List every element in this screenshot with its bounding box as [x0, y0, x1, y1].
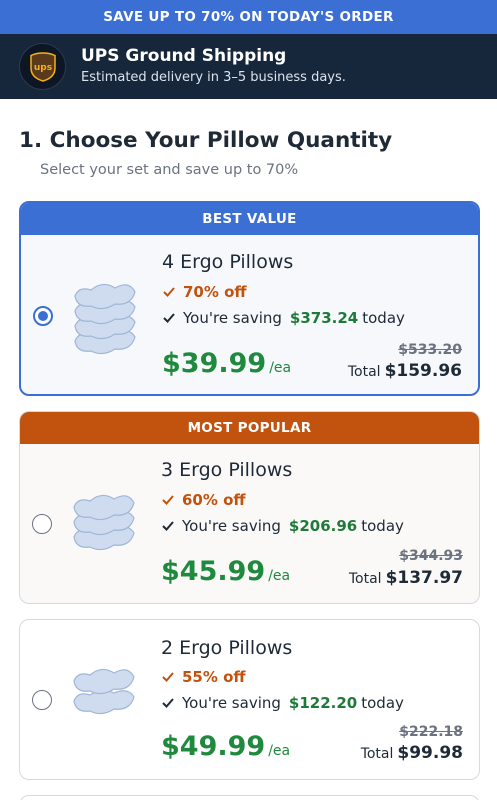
total-price: Total $99.98 [360, 743, 463, 763]
pillow-stack-image [68, 482, 140, 566]
promo-text: SAVE UP TO 70% ON TODAY'S ORDER [103, 9, 394, 25]
shipping-subtitle: Estimated delivery in 3–5 business days. [81, 70, 346, 85]
option-card-4-pillows[interactable]: BEST VALUE 4 Ergo Pillows 70% off You're… [19, 201, 480, 396]
ups-logo-icon: ups [19, 43, 66, 90]
check-icon [162, 495, 174, 505]
unit-price: $39.99/ea [162, 348, 292, 379]
check-icon [162, 672, 174, 682]
total-price: Total $137.97 [348, 568, 463, 588]
original-price: $222.18 [399, 724, 463, 740]
saving-amount: $122.20 [288, 694, 358, 712]
shipping-title: UPS Ground Shipping [81, 46, 287, 66]
pillow-stack-image [69, 271, 141, 365]
saving-amount: $373.24 [289, 309, 359, 327]
check-icon [163, 313, 175, 323]
radio-3-pillows[interactable] [32, 514, 52, 534]
radio-4-pillows[interactable] [33, 306, 53, 326]
check-icon [162, 698, 174, 708]
radio-2-pillows[interactable] [32, 690, 52, 710]
original-price: $344.93 [399, 548, 463, 564]
promo-banner: SAVE UP TO 70% ON TODAY'S ORDER [0, 0, 497, 34]
option-title: 2 Ergo Pillows [161, 637, 293, 659]
option-title: 4 Ergo Pillows [162, 251, 294, 273]
option-card-partial[interactable] [19, 795, 480, 800]
check-icon [163, 287, 175, 297]
best-value-badge: BEST VALUE [21, 203, 478, 235]
section-subtitle: Select your set and save up to 70% [40, 162, 299, 178]
saving-line: You're saving $122.20 today [161, 694, 404, 712]
most-popular-badge: MOST POPULAR [20, 412, 479, 444]
option-card-2-pillows[interactable]: 2 Ergo Pillows 55% off You're saving $12… [19, 619, 480, 780]
discount-line: 55% off [161, 668, 246, 686]
option-title: 3 Ergo Pillows [161, 459, 293, 481]
unit-price: $49.99/ea [161, 731, 291, 762]
svg-text:ups: ups [33, 63, 51, 73]
saving-line: You're saving $206.96 today [161, 517, 404, 535]
total-price: Total $159.96 [347, 361, 462, 381]
discount-line: 60% off [161, 491, 246, 509]
shipping-bar: ups UPS Ground Shipping Estimated delive… [0, 34, 497, 99]
section-title: 1. Choose Your Pillow Quantity [19, 128, 393, 153]
pillow-stack-image [68, 656, 140, 730]
saving-amount: $206.96 [288, 517, 358, 535]
unit-price: $45.99/ea [161, 556, 291, 587]
saving-line: You're saving $373.24 today [162, 309, 405, 327]
option-card-3-pillows[interactable]: MOST POPULAR 3 Ergo Pillows 60% off You'… [19, 411, 480, 604]
original-price: $533.20 [398, 342, 462, 358]
check-icon [162, 521, 174, 531]
discount-line: 70% off [162, 283, 247, 301]
